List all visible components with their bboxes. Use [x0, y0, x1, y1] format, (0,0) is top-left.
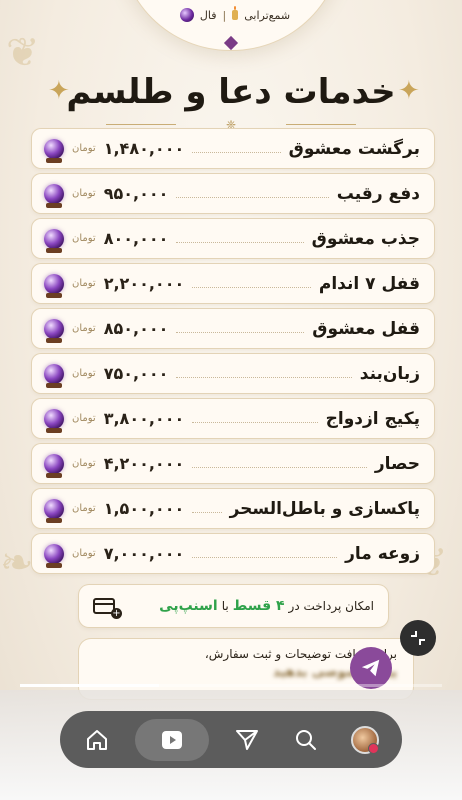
- service-price: ۱,۵۰۰,۰۰۰: [103, 499, 185, 518]
- leaf-decoration-icon: ❧: [0, 540, 34, 586]
- installment-payment-note: امکان پرداخت در ۴ قسط با اسنپ‌پی: [79, 585, 388, 627]
- service-name: زوعه مار: [345, 543, 420, 564]
- crystal-ball-icon: [44, 273, 64, 298]
- service-name: حصار: [374, 453, 420, 474]
- currency-unit: تومان: [72, 368, 96, 379]
- currency-unit: تومان: [72, 503, 96, 514]
- crystal-ball-icon: [44, 318, 64, 343]
- video-progress-fill: [20, 684, 160, 687]
- service-price: ۱,۴۸۰,۰۰۰: [103, 139, 185, 158]
- fullscreen-button[interactable]: [400, 620, 436, 656]
- service-item: زبان‌بند ۷۵۰,۰۰۰ تومان: [32, 354, 434, 393]
- service-list: برگشت معشوق ۱,۴۸۰,۰۰۰ تومان دفع رقیب ۹۵۰…: [32, 129, 434, 579]
- service-item: جذب معشوق ۸۰۰,۰۰۰ تومان: [32, 219, 434, 258]
- story-page: ❦ ❦ ❧ شمع‌ترابی | فال ✦ خدمات دعا و طلسم…: [0, 0, 462, 800]
- currency-unit: تومان: [72, 233, 96, 244]
- service-item: قفل ۷ اندام ۲,۲۰۰,۰۰۰ تومان: [32, 264, 434, 303]
- candle-icon: [232, 6, 239, 20]
- dotted-leader: [192, 287, 311, 288]
- crystal-ball-icon: [44, 453, 64, 478]
- nav-search[interactable]: [285, 719, 327, 761]
- currency-unit: تومان: [72, 278, 96, 289]
- dotted-leader: [192, 557, 338, 558]
- currency-unit: تومان: [72, 458, 96, 469]
- nav-reels[interactable]: [135, 718, 209, 761]
- currency-unit: تومان: [72, 548, 96, 559]
- service-item: قفل معشوق ۸۵۰,۰۰۰ تومان: [32, 309, 434, 348]
- crystal-ball-icon: [44, 363, 64, 388]
- nav-direct[interactable]: [226, 719, 268, 761]
- service-item: حصار ۴,۲۰۰,۰۰۰ تومان: [32, 444, 434, 483]
- arch-left-label: شمع‌ترابی: [244, 8, 291, 22]
- currency-unit: تومان: [72, 188, 96, 199]
- crystal-ball-icon: [44, 138, 64, 163]
- dotted-leader: [192, 512, 222, 513]
- service-item: برگشت معشوق ۱,۴۸۰,۰۰۰ تومان: [32, 129, 434, 168]
- service-name: برگشت معشوق: [288, 138, 420, 159]
- currency-unit: تومان: [72, 413, 96, 424]
- payment-middle: با: [221, 599, 229, 613]
- telegram-icon[interactable]: [350, 647, 392, 689]
- crystal-ball-icon: [44, 498, 64, 523]
- service-name: زبان‌بند: [359, 363, 420, 384]
- payment-prefix: امکان پرداخت در: [288, 599, 374, 613]
- service-price: ۷,۰۰۰,۰۰۰: [103, 544, 185, 563]
- service-name: جذب معشوق: [311, 228, 420, 249]
- service-name: قفل ۷ اندام: [318, 273, 420, 294]
- crystal-ball-icon: [44, 543, 64, 568]
- service-item: دفع رقیب ۹۵۰,۰۰۰ تومان: [32, 174, 434, 213]
- currency-unit: تومان: [72, 143, 96, 154]
- currency-unit: تومان: [72, 323, 96, 334]
- service-price: ۸۵۰,۰۰۰: [103, 319, 169, 338]
- credit-card-icon: [93, 598, 122, 619]
- service-item: پکیج ازدواج ۳,۸۰۰,۰۰۰ تومان: [32, 399, 434, 438]
- separator: |: [222, 8, 227, 22]
- crystal-ball-icon: [44, 228, 64, 253]
- play-icon: [162, 730, 182, 749]
- service-price: ۳,۸۰۰,۰۰۰: [103, 409, 185, 428]
- dotted-leader: [176, 332, 305, 333]
- page-title: خدمات دعا و طلسم: [66, 72, 396, 112]
- payment-brand: اسنپ‌پی: [159, 598, 218, 614]
- sparkle-icon: ✦: [398, 76, 420, 106]
- service-price: ۷۵۰,۰۰۰: [103, 364, 169, 383]
- dotted-leader: [176, 377, 352, 378]
- dotted-leader: [192, 467, 367, 468]
- installment-count: ۴ قسط: [232, 598, 285, 614]
- crystal-ball-icon: [44, 408, 64, 433]
- home-icon: [87, 729, 107, 750]
- dotted-leader: [176, 197, 329, 198]
- service-item: پاکسازی و باطل‌السحر ۱,۵۰۰,۰۰۰ تومان: [32, 489, 434, 528]
- dotted-leader: [192, 152, 281, 153]
- service-price: ۹۵۰,۰۰۰: [103, 184, 169, 203]
- service-name: پکیج ازدواج: [325, 408, 420, 429]
- service-price: ۲,۲۰۰,۰۰۰: [103, 274, 185, 293]
- crystal-ball-icon: [179, 8, 194, 22]
- crystal-ball-icon: [44, 183, 64, 208]
- bottom-navbar: [60, 711, 402, 768]
- leaf-decoration-icon: ❦: [6, 30, 40, 76]
- service-name: قفل معشوق: [312, 318, 420, 339]
- dotted-leader: [192, 422, 318, 423]
- search-icon: [296, 729, 316, 750]
- profile-avatar: [351, 725, 379, 754]
- nav-profile[interactable]: [344, 719, 386, 761]
- service-price: ۴,۲۰۰,۰۰۰: [103, 454, 185, 473]
- send-icon: [236, 729, 258, 750]
- dotted-leader: [176, 242, 304, 243]
- arch-header: شمع‌ترابی | فال: [165, 6, 305, 22]
- service-price: ۸۰۰,۰۰۰: [103, 229, 169, 248]
- nav-home[interactable]: [76, 719, 118, 761]
- service-item: زوعه مار ۷,۰۰۰,۰۰۰ تومان: [32, 534, 434, 573]
- service-name: پاکسازی و باطل‌السحر: [229, 498, 420, 519]
- collapse-icon: [411, 631, 425, 645]
- service-name: دفع رقیب: [336, 183, 420, 204]
- video-progress-bar[interactable]: [20, 684, 442, 687]
- arch-right-label: فال: [199, 8, 217, 22]
